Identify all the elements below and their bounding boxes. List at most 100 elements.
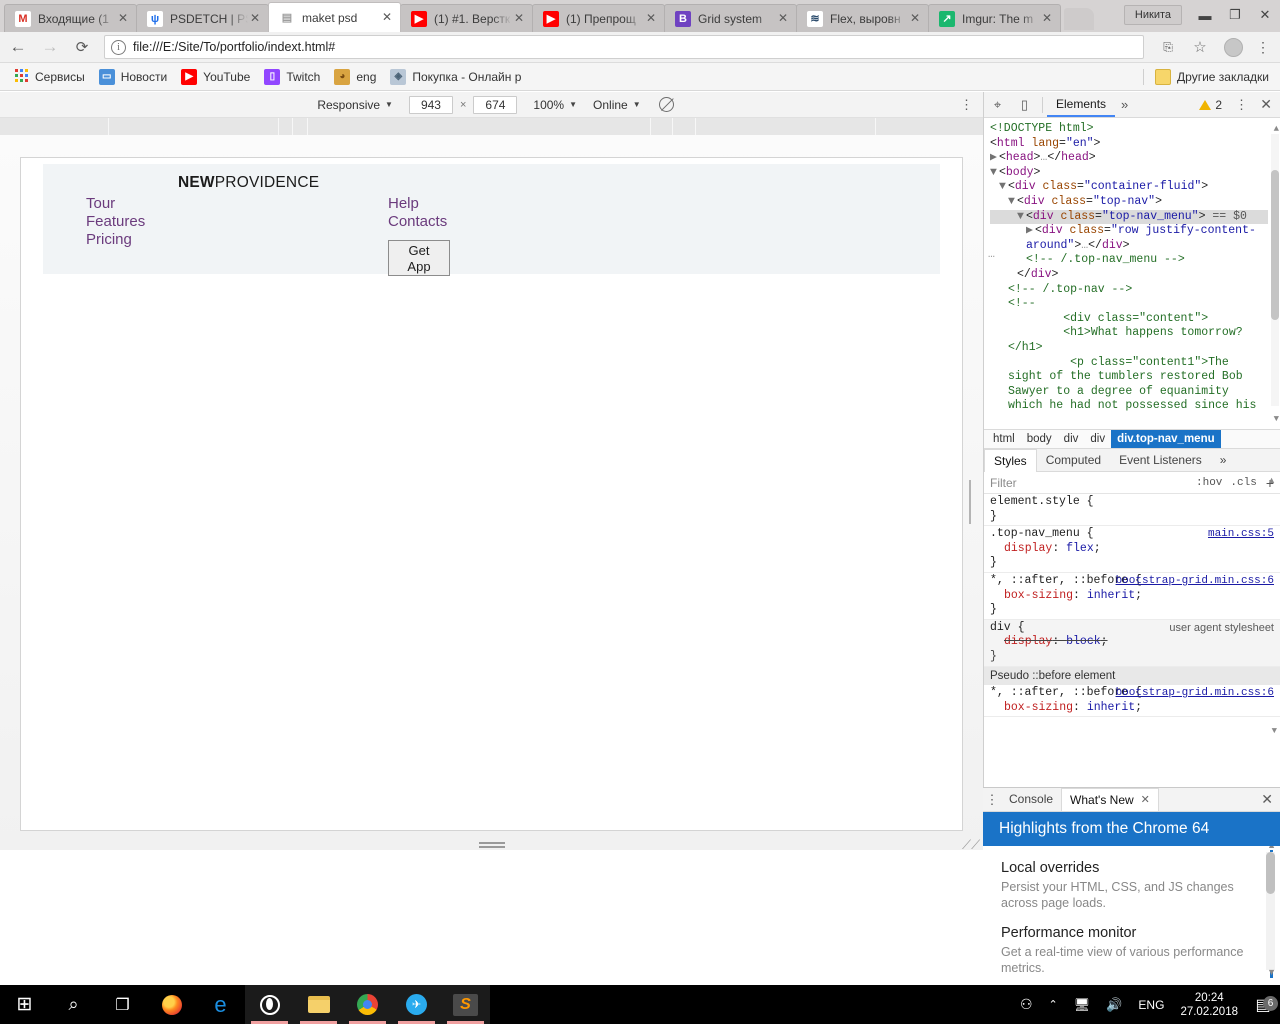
- clock[interactable]: 20:24 27.02.2018: [1172, 991, 1246, 1019]
- tab-close-icon[interactable]: ✕: [116, 12, 130, 26]
- whats-new-item-title[interactable]: Performance monitor: [1001, 925, 1262, 941]
- tab-close-icon[interactable]: ✕: [908, 12, 922, 26]
- panel-splitter[interactable]: [969, 480, 974, 502]
- bookmark-item[interactable]: ◕eng: [327, 66, 383, 88]
- tab-whats-new[interactable]: What's New ✕: [1061, 788, 1159, 811]
- browser-tab[interactable]: ▶(1) #1. Верстк✕: [400, 4, 533, 32]
- maximize-button[interactable]: ❐: [1220, 1, 1250, 29]
- viewport-corner-grip-icon[interactable]: ⟋⟋: [962, 838, 976, 852]
- nav-link-features[interactable]: Features: [86, 213, 145, 231]
- whats-new-scroll-thumb[interactable]: [1266, 852, 1275, 894]
- new-tab-button[interactable]: [1064, 8, 1094, 30]
- device-toolbar-kebab-icon[interactable]: ⋮: [960, 100, 973, 109]
- tab-elements[interactable]: Elements: [1047, 92, 1115, 117]
- tab-event-listeners[interactable]: Event Listeners: [1110, 449, 1211, 471]
- bookmark-item[interactable]: ◈Покупка - Онлайн р: [383, 66, 528, 88]
- nav-link-help[interactable]: Help: [388, 195, 447, 213]
- tab-close-icon[interactable]: ✕: [512, 12, 526, 26]
- dom-node-line[interactable]: <html lang="en">: [990, 137, 1268, 152]
- hov-toggle[interactable]: :hov: [1196, 477, 1222, 489]
- dom-node-line[interactable]: ▼<div class="top-nav_menu"> == $0: [990, 210, 1268, 225]
- css-rule-source[interactable]: bootstrap-grid.min.css:6: [1116, 686, 1274, 701]
- css-declaration[interactable]: box-sizing: inherit;: [990, 589, 1274, 604]
- reload-icon[interactable]: ⟳: [68, 33, 96, 61]
- avatar[interactable]: [1224, 38, 1243, 57]
- start-button[interactable]: ⊞: [0, 985, 49, 1024]
- css-declaration[interactable]: box-sizing: inherit;: [990, 701, 1274, 716]
- forward-icon[interactable]: →: [36, 33, 64, 61]
- tab-styles[interactable]: Styles: [984, 449, 1037, 472]
- sublime-text-taskbar-icon[interactable]: S: [441, 985, 490, 1024]
- close-window-button[interactable]: ✕: [1250, 1, 1280, 29]
- dom-node-line[interactable]: ▼<div class="top-nav">: [990, 195, 1268, 210]
- styles-scroll-down-icon[interactable]: ▼: [1272, 724, 1277, 739]
- whats-new-scroll-down-icon[interactable]: ▼: [1267, 967, 1276, 977]
- dom-node-line[interactable]: ▼<div class="container-fluid">: [990, 180, 1268, 195]
- cls-toggle[interactable]: .cls: [1230, 477, 1256, 489]
- dom-scrollbar[interactable]: [1271, 134, 1279, 406]
- edge-taskbar-icon[interactable]: e: [196, 985, 245, 1024]
- back-icon[interactable]: ←: [4, 33, 32, 61]
- css-declaration[interactable]: display: flex;: [990, 542, 1274, 557]
- breadcrumb-item[interactable]: div.top-nav_menu: [1111, 430, 1221, 448]
- profile-chip[interactable]: Никита: [1124, 5, 1182, 25]
- breadcrumb-item[interactable]: div: [1084, 430, 1111, 448]
- device-toggle-icon[interactable]: ▯: [1011, 92, 1038, 117]
- drawer-close-icon[interactable]: ✕: [1261, 791, 1273, 808]
- dom-node-line[interactable]: <div class="content">: [990, 312, 1268, 327]
- css-rule[interactable]: bootstrap-grid.min.css:6*, ::after, ::be…: [984, 573, 1280, 620]
- close-icon[interactable]: ✕: [1141, 789, 1150, 812]
- other-bookmarks-button[interactable]: Другие закладки: [1148, 66, 1276, 88]
- telegram-taskbar-icon[interactable]: ✈: [392, 985, 441, 1024]
- css-declaration[interactable]: display: block;: [990, 635, 1274, 650]
- bookmark-item[interactable]: Сервисы: [6, 66, 92, 88]
- address-bar[interactable]: i file:///E:/Site/To/portfolio/indext.ht…: [104, 35, 1144, 59]
- browser-tab[interactable]: ψPSDETCH | PS✕: [136, 4, 269, 32]
- minimize-button[interactable]: ▬: [1190, 1, 1220, 29]
- browser-tab[interactable]: ≋Flex, выровн✕: [796, 4, 929, 32]
- css-rule-source[interactable]: main.css:5: [1208, 527, 1274, 542]
- breadcrumb-item[interactable]: body: [1021, 430, 1058, 448]
- breadcrumb-item[interactable]: html: [987, 430, 1021, 448]
- more-tabs-icon[interactable]: »: [1115, 97, 1134, 112]
- breadcrumb-item[interactable]: div: [1058, 430, 1085, 448]
- dom-node-line[interactable]: ▶<head>…</head>: [990, 151, 1268, 166]
- translate-icon[interactable]: ⎘: [1154, 33, 1182, 61]
- bookmark-item[interactable]: ▶YouTube: [174, 66, 257, 88]
- device-selector[interactable]: Responsive ▼: [317, 98, 393, 112]
- dom-node-line[interactable]: <!-- /.top-nav -->: [990, 283, 1268, 298]
- file-explorer-taskbar-icon[interactable]: [294, 985, 343, 1024]
- firefox-taskbar-icon[interactable]: [147, 985, 196, 1024]
- styles-rules-pane[interactable]: element.style {}main.css:5.top-nav_menu …: [984, 494, 1280, 743]
- tab-close-icon[interactable]: ✕: [380, 11, 394, 25]
- language-indicator[interactable]: ENG: [1130, 998, 1172, 1012]
- styles-more-tabs-icon[interactable]: »: [1211, 449, 1236, 471]
- dom-node-line[interactable]: <!-- /.top-nav_menu -->: [990, 253, 1268, 268]
- tab-close-icon[interactable]: ✕: [1040, 12, 1054, 26]
- viewport-resize-handle[interactable]: [479, 842, 505, 848]
- dom-node-line[interactable]: </div>: [990, 268, 1268, 283]
- nav-link-contacts[interactable]: Contacts: [388, 213, 447, 231]
- network-icon[interactable]: 🖥: [1066, 997, 1099, 1013]
- css-rule[interactable]: element.style {}: [984, 494, 1280, 526]
- zoom-selector[interactable]: 100% ▼: [533, 98, 577, 112]
- get-app-button[interactable]: Get App: [388, 240, 450, 276]
- css-rule[interactable]: main.css:5.top-nav_menu {display: flex;}: [984, 526, 1280, 573]
- browser-tab[interactable]: MВходящие (1✕: [4, 4, 137, 32]
- dom-tree[interactable]: <!DOCTYPE html><html lang="en">▶<head>…<…: [984, 118, 1280, 429]
- css-rule-pseudo[interactable]: bootstrap-grid.min.css:6 *, ::after, ::b…: [984, 685, 1280, 717]
- browser-tab[interactable]: ▶(1) Препрощ✕: [532, 4, 665, 32]
- opera-taskbar-icon[interactable]: [245, 985, 294, 1024]
- tab-close-icon[interactable]: ✕: [248, 12, 262, 26]
- dom-node-line[interactable]: <!--: [990, 297, 1268, 312]
- chrome-taskbar-icon[interactable]: [343, 985, 392, 1024]
- volume-icon[interactable]: 🔊: [1098, 997, 1130, 1013]
- task-view-button[interactable]: ❐: [98, 985, 147, 1024]
- dom-node-line[interactable]: ▼<body>: [990, 166, 1268, 181]
- tab-computed[interactable]: Computed: [1037, 449, 1110, 471]
- bookmark-item[interactable]: ▯Twitch: [257, 66, 327, 88]
- throttling-selector[interactable]: Online ▼: [593, 98, 641, 112]
- browser-tab[interactable]: BGrid system✕: [664, 4, 797, 32]
- browser-tab[interactable]: ▤maket psd✕: [268, 2, 401, 32]
- chevron-up-icon[interactable]: ⌃: [1041, 998, 1066, 1011]
